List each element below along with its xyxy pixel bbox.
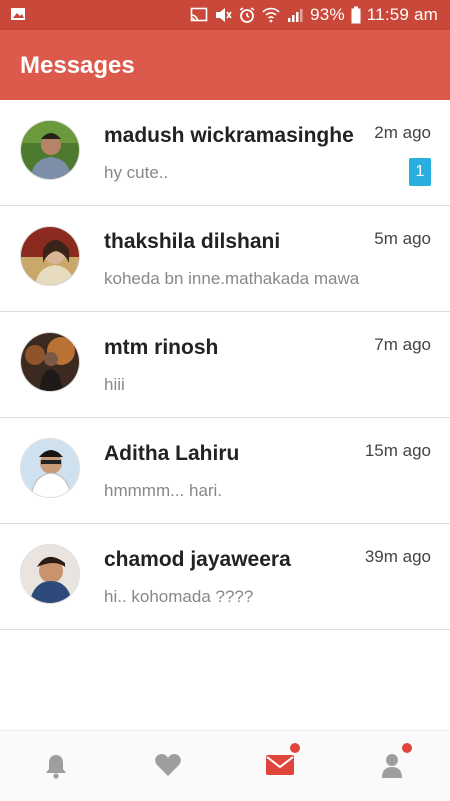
- message-preview: hmmmm... hari.: [104, 481, 223, 500]
- message-preview: hiii: [104, 375, 125, 394]
- alarm-icon: [239, 7, 255, 23]
- user-icon: [382, 754, 402, 778]
- wifi-icon: [262, 7, 280, 23]
- conversation-item[interactable]: Aditha Lahiru hmmmm... hari. 15m ago: [0, 418, 450, 524]
- message-time: 7m ago: [374, 335, 431, 354]
- image-icon: [11, 8, 25, 20]
- app-bar: Messages: [0, 30, 450, 100]
- message-preview: koheda bn inne.mathakada mawa: [104, 269, 360, 288]
- avatar: [20, 332, 80, 392]
- nav-messages[interactable]: [224, 731, 336, 801]
- conversation-list: madush wickramasinghe hy cute.. 2m ago 1…: [0, 100, 450, 630]
- signal-icon: [288, 9, 303, 22]
- contact-name: mtm rinosh: [104, 336, 219, 359]
- message-preview: hi.. kohomada ????: [104, 587, 254, 606]
- message-time: 15m ago: [364, 441, 431, 460]
- conversation-item[interactable]: chamod jayaweera hi.. kohomada ???? 39m …: [0, 524, 450, 630]
- contact-name: thakshila dilshani: [104, 230, 281, 253]
- nav-favorites[interactable]: [112, 731, 224, 801]
- bell-icon: [46, 755, 66, 779]
- conversation-item[interactable]: madush wickramasinghe hy cute.. 2m ago 1: [0, 100, 450, 206]
- conversation-item[interactable]: mtm rinosh hiii 7m ago: [0, 312, 450, 418]
- contact-name: Aditha Lahiru: [104, 442, 240, 465]
- contact-name: madush wickramasinghe: [104, 124, 354, 147]
- contact-name: chamod jayaweera: [104, 548, 291, 571]
- notification-dot: [402, 743, 412, 753]
- cast-icon: [190, 7, 208, 22]
- avatar: [20, 120, 80, 180]
- page-title: Messages: [20, 52, 135, 79]
- avatar: [20, 544, 80, 604]
- nav-profile[interactable]: [336, 731, 448, 801]
- message-time: 5m ago: [374, 229, 431, 248]
- message-preview: hy cute..: [104, 163, 169, 182]
- message-time: 2m ago: [374, 123, 431, 142]
- unread-badge: 1: [409, 158, 431, 186]
- avatar: [20, 226, 80, 286]
- conversation-item[interactable]: thakshila dilshani koheda bn inne.mathak…: [0, 206, 450, 312]
- clock: 11:59 am: [366, 5, 438, 24]
- battery-icon: [351, 6, 361, 24]
- nav-notifications[interactable]: [0, 731, 112, 801]
- battery-percent: 93%: [310, 5, 345, 24]
- mute-icon: [216, 8, 232, 22]
- notification-dot: [290, 743, 300, 753]
- message-time: 39m ago: [364, 547, 431, 566]
- status-bar: 93% 11:59 am: [0, 0, 450, 30]
- heart-icon: [155, 754, 181, 776]
- bottom-navigation: [0, 730, 450, 801]
- mail-icon: [266, 755, 294, 775]
- avatar: [20, 438, 80, 498]
